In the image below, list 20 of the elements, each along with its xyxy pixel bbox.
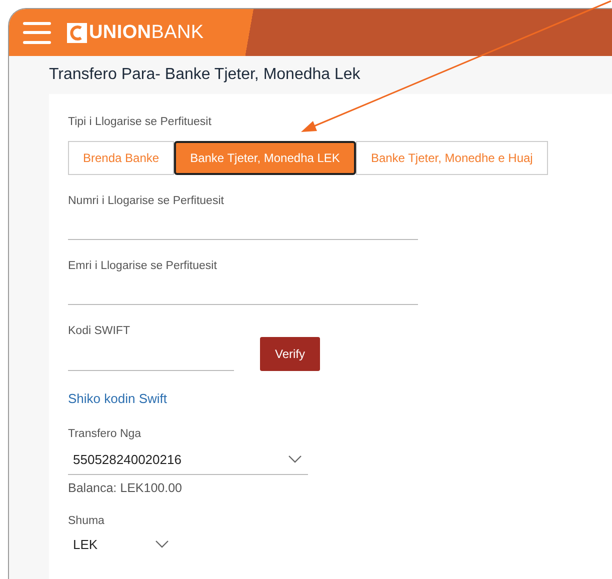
balance-text: Balanca: LEK100.00: [68, 481, 183, 495]
menu-icon[interactable]: [23, 22, 51, 44]
swift-code-link[interactable]: Shiko kodin Swift: [68, 391, 167, 406]
logo-text: UNIONBANK: [89, 22, 204, 44]
field-label: Numri i Llogarise se Perfituesit: [68, 195, 225, 207]
account-type-tab[interactable]: Banke Tjeter, Monedha LEK: [174, 141, 356, 175]
chevron-down-icon: [288, 455, 302, 463]
logo-icon: [67, 22, 87, 42]
page-title: Transfero Para- Banke Tjeter, Monedha Lek: [49, 66, 362, 84]
account-type-tab[interactable]: Brenda Banke: [68, 141, 174, 175]
field-label: Transfero Nga: [68, 428, 142, 440]
account-type-tab[interactable]: Banke Tjeter, Monedhe e Huaj: [356, 141, 548, 175]
chevron-down-icon: [155, 540, 169, 548]
field-label: Kodi SWIFT: [68, 325, 131, 337]
field-label: Tipi i Llogarise se Perfituesit: [68, 116, 212, 128]
account-dropdown[interactable]: 550528240020216: [68, 444, 308, 475]
field-label: Emri i Llogarise se Perfituesit: [68, 260, 218, 272]
field-label: Shuma: [68, 515, 106, 527]
currency-dropdown[interactable]: LEK: [68, 529, 175, 559]
verify-button[interactable]: Verify: [260, 337, 320, 371]
